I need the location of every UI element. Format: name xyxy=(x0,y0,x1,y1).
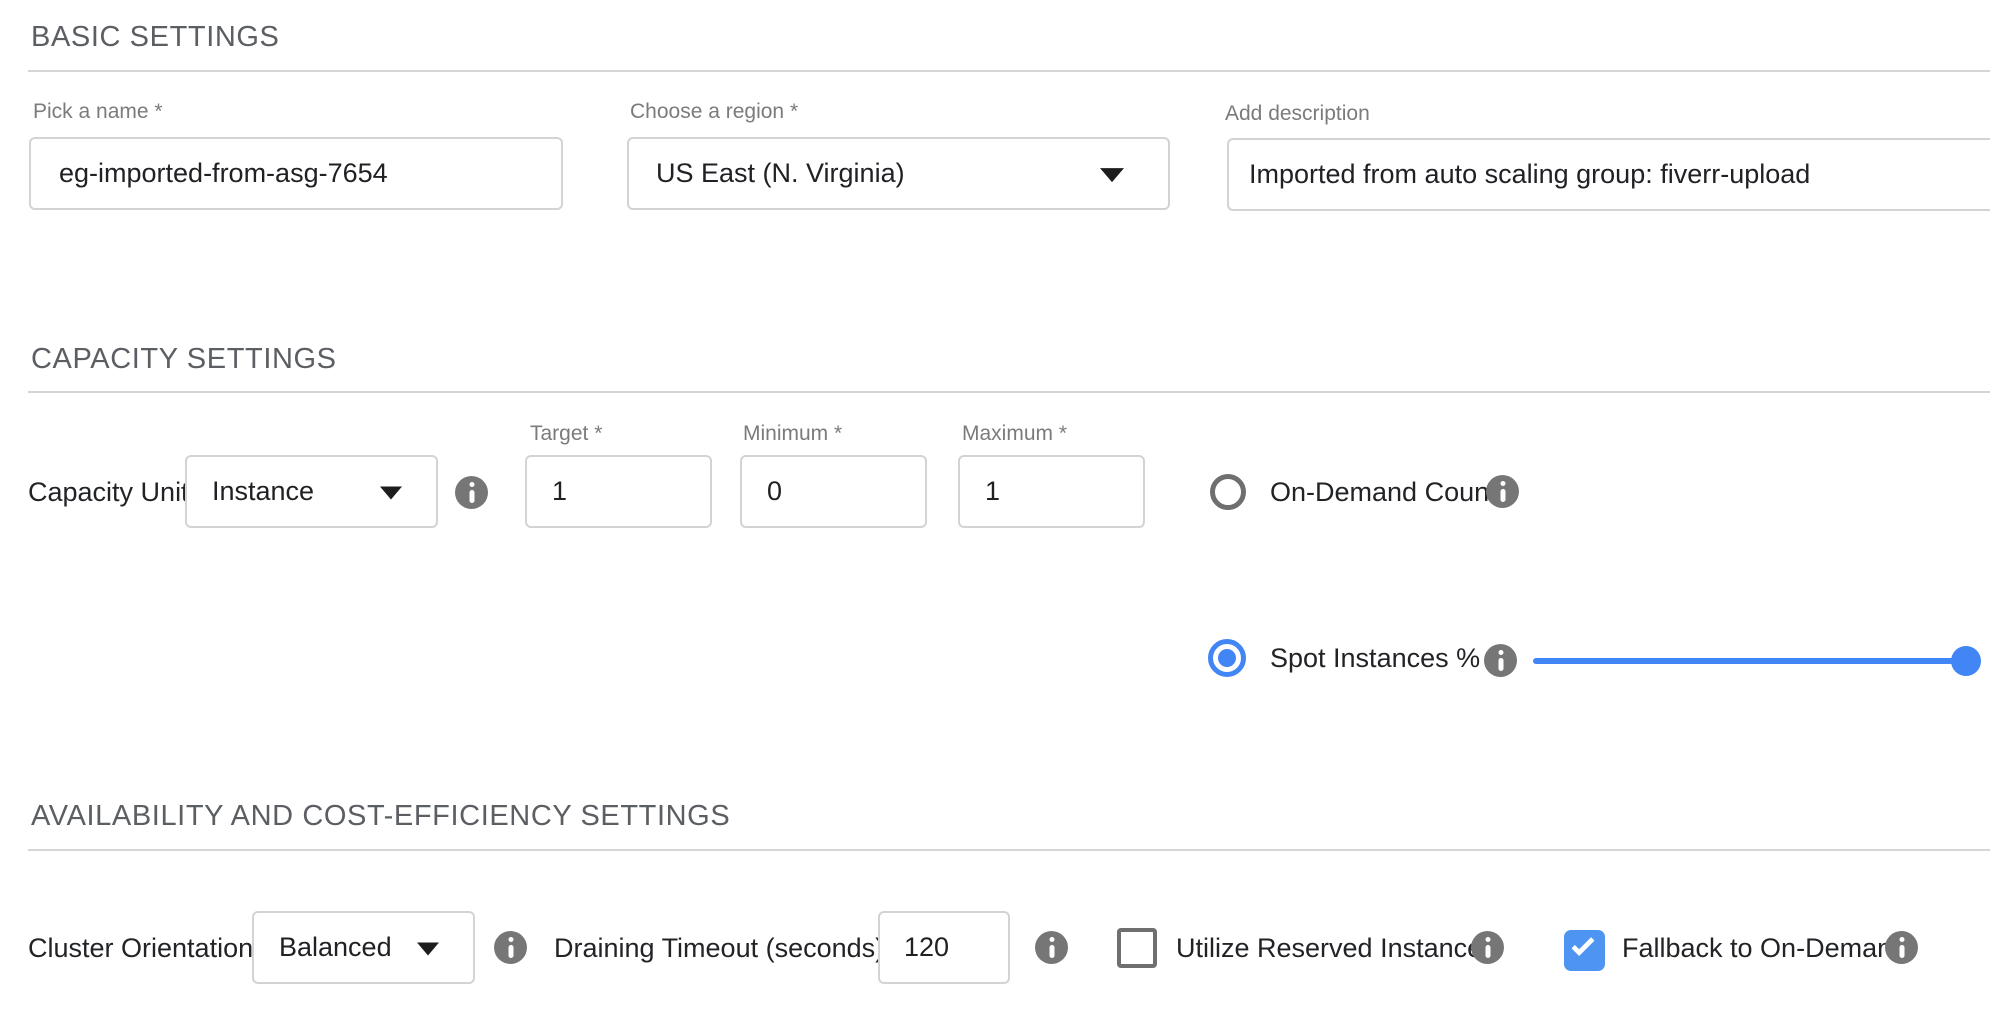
description-input[interactable] xyxy=(1227,138,1990,211)
availability-settings-title: AVAILABILITY AND COST-EFFICIENCY SETTING… xyxy=(31,800,730,833)
maximum-input[interactable] xyxy=(958,455,1145,528)
basic-settings-title: BASIC SETTINGS xyxy=(31,21,280,54)
minimum-input[interactable] xyxy=(740,455,927,528)
chevron-down-icon xyxy=(1100,168,1124,182)
fallback-to-on-demand-info-icon[interactable] xyxy=(1885,931,1918,964)
target-input[interactable] xyxy=(525,455,712,528)
fallback-to-on-demand-checkbox[interactable] xyxy=(1564,930,1605,971)
draining-timeout-label: Draining Timeout (seconds) xyxy=(554,933,884,964)
chevron-down-icon xyxy=(417,942,439,955)
region-select[interactable]: US East (N. Virginia) xyxy=(627,137,1170,210)
section-divider xyxy=(28,70,1990,72)
section-divider xyxy=(28,391,1990,393)
cluster-orientation-selected-value: Balanced xyxy=(279,932,392,963)
cluster-orientation-label: Cluster Orientation xyxy=(28,933,253,964)
fallback-to-on-demand-label: Fallback to On-Demand xyxy=(1622,933,1907,964)
maximum-field-label: Maximum * xyxy=(962,422,1067,446)
on-demand-count-label: On-Demand Count xyxy=(1270,477,1497,508)
capacity-settings-title: CAPACITY SETTINGS xyxy=(31,343,337,376)
on-demand-count-radio[interactable] xyxy=(1210,474,1246,510)
utilize-reserved-instances-label: Utilize Reserved Instances xyxy=(1176,933,1496,964)
minimum-field-label: Minimum * xyxy=(743,422,842,446)
elastigroup-creation-form: BASIC SETTINGS Pick a name * Choose a re… xyxy=(0,0,1990,1016)
utilize-reserved-instances-info-icon[interactable] xyxy=(1471,931,1504,964)
target-field-label: Target * xyxy=(530,422,602,446)
name-input[interactable] xyxy=(29,137,563,210)
cluster-orientation-info-icon[interactable] xyxy=(494,931,527,964)
spot-percentage-slider-track[interactable] xyxy=(1533,658,1967,664)
checkmark-icon xyxy=(1571,933,1594,956)
utilize-reserved-instances-checkbox[interactable] xyxy=(1117,928,1157,968)
description-field-label: Add description xyxy=(1225,102,1370,126)
chevron-down-icon xyxy=(380,486,402,499)
spot-instances-label: Spot Instances % xyxy=(1270,643,1480,674)
capacity-unit-label: Capacity Unit xyxy=(28,477,189,508)
name-field-label: Pick a name * xyxy=(33,100,163,124)
region-selected-value: US East (N. Virginia) xyxy=(656,158,905,189)
capacity-unit-info-icon[interactable] xyxy=(455,476,488,509)
spot-instances-info-icon[interactable] xyxy=(1484,644,1517,677)
spot-percentage-slider-thumb[interactable] xyxy=(1951,646,1981,676)
spot-instances-radio[interactable] xyxy=(1208,639,1246,677)
section-divider xyxy=(28,849,1990,851)
region-field-label: Choose a region * xyxy=(630,100,798,124)
draining-timeout-input[interactable] xyxy=(878,911,1010,984)
draining-timeout-info-icon[interactable] xyxy=(1035,931,1068,964)
cluster-orientation-select[interactable]: Balanced xyxy=(252,911,475,984)
capacity-unit-select[interactable]: Instance xyxy=(185,455,438,528)
capacity-unit-selected-value: Instance xyxy=(212,476,314,507)
on-demand-count-info-icon[interactable] xyxy=(1486,475,1519,508)
